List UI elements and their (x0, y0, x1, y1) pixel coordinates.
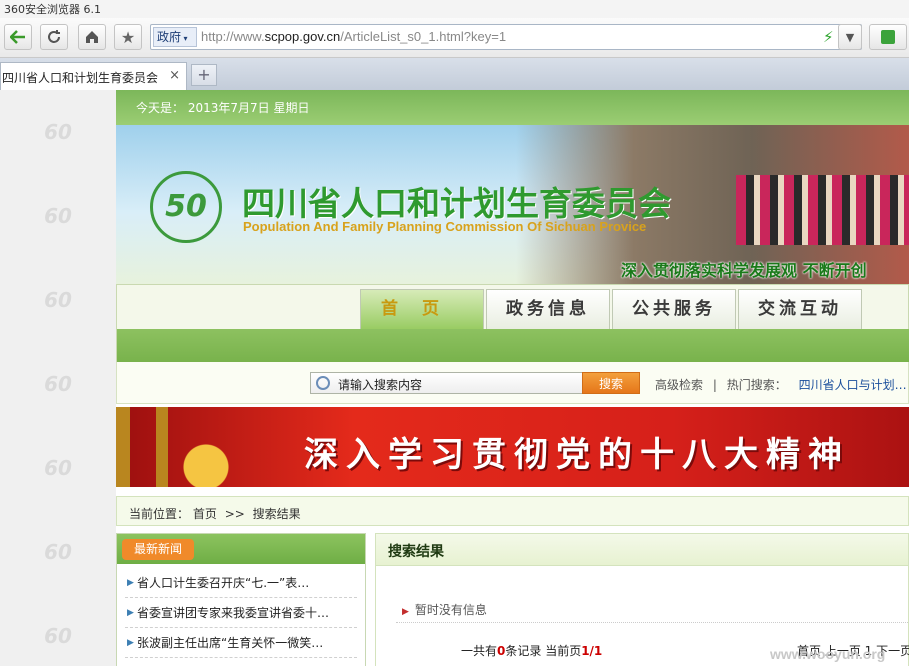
url-domain: scpop.gov.cn (264, 29, 341, 44)
search-engine-icon (881, 30, 895, 44)
party-banner-text: 深入学习贯彻党的十八大精神 (304, 435, 850, 475)
dropdown-arrow-icon: ▾ (181, 34, 188, 43)
news-header: 最新新闻 (117, 534, 365, 564)
pager-info: 一共有0条记录 当前页1/1 (461, 642, 602, 659)
search-links: 高级检索 | 热门搜索： 四川省人口与计划… (655, 376, 907, 393)
breadcrumb-home[interactable]: 首页 (193, 507, 217, 521)
nav-green-bar (117, 329, 909, 363)
latest-news-panel: 最新新闻 ▶ 省人口计生委召开庆“七.一”表… ▶ 省委宣讲团专家来我委宣讲省委十…… (116, 533, 366, 666)
search-button[interactable]: 搜索 (582, 372, 640, 394)
nav-interaction[interactable]: 交流互动 (738, 289, 862, 329)
results-title: 搜索结果 (376, 534, 908, 566)
current-page: 1/1 (581, 644, 603, 658)
search-input[interactable]: 请输入搜索内容 (310, 372, 583, 394)
search-engine-button[interactable] (869, 24, 907, 50)
address-dropdown-button[interactable]: ▼ (838, 24, 862, 50)
arrow-icon: ▶ (127, 638, 134, 648)
date-bar: 今天是： 2013年7月7日 星期日 (116, 90, 909, 125)
nav-gov-info[interactable]: 政务信息 (486, 289, 610, 329)
search-row: 请输入搜索内容 搜索 高级检索 | 热门搜索： 四川省人口与计划… (116, 362, 909, 404)
news-link[interactable]: 张波副主任出席“生育关怀一微笑… (137, 636, 323, 650)
news-link[interactable]: 省人口计生委召开庆“七.一”表… (137, 576, 309, 590)
crowd-image (736, 175, 909, 245)
url-text[interactable]: http://www.scpop.gov.cn/ArticleList_s0_1… (201, 29, 506, 44)
logo-360-icon: 60 (44, 540, 72, 564)
window-title: 360安全浏览器 6.1 (0, 0, 909, 18)
nav-home[interactable]: 首页 (360, 289, 484, 329)
arrow-icon: ▶ (127, 608, 134, 618)
news-link[interactable]: 省委宣讲团专家来我委宣讲省委十… (137, 606, 329, 620)
tiananmen-graphic (116, 407, 266, 487)
logo-360-icon: 60 (44, 288, 72, 312)
url-prefix: http://www. (201, 29, 265, 44)
favorites-button[interactable]: ★ (114, 24, 142, 50)
empty-text: 暂时没有信息 (414, 603, 487, 617)
url-path: /ArticleList_s0_1.html?key=1 (340, 29, 507, 44)
star-icon: ★ (120, 27, 136, 47)
scope-label: 政府 (157, 30, 182, 44)
party-banner: 深入学习贯彻党的十八大精神 (116, 407, 909, 487)
back-arrow-icon (10, 30, 25, 44)
triangle-icon: ▶ (402, 607, 409, 617)
hot-search-label: 热门搜索： (726, 378, 787, 392)
date-label: 今天是： (136, 101, 185, 115)
logo-360-icon: 60 (44, 372, 72, 396)
nav-public-service[interactable]: 公共服务 (612, 289, 736, 329)
logo-360-icon: 60 (44, 456, 72, 480)
breadcrumb-label: 当前位置： (129, 507, 190, 521)
tab-strip: 四川省人口和计划生育委员会 × + (0, 58, 909, 90)
org-name-en: Population And Family Planning Commissio… (243, 219, 647, 234)
hot-search-link[interactable]: 四川省人口与计划… (799, 378, 907, 392)
lightning-icon[interactable]: ⚡ (823, 28, 834, 46)
list-item[interactable]: ▶ 省人口计生委召开庆“七.一”表… (125, 568, 357, 598)
search-icon (316, 376, 330, 390)
home-icon (86, 31, 98, 43)
commission-logo: 50 (150, 171, 222, 243)
list-item[interactable]: ▶ 张波副主任出席“生育关怀一微笑… (125, 628, 357, 658)
logo-360-icon: 60 (44, 204, 72, 228)
logo-360-icon: 60 (44, 120, 72, 144)
empty-message: ▶ 暂时没有信息 (402, 601, 487, 618)
list-item[interactable]: ▶ 省委宣讲团专家来我委宣讲省委十… (125, 598, 357, 628)
refresh-icon (48, 30, 60, 43)
close-icon[interactable]: × (169, 68, 180, 83)
news-list: ▶ 省人口计生委召开庆“七.一”表… ▶ 省委宣讲团专家来我委宣讲省委十… ▶ 张波副… (117, 564, 365, 658)
org-name-cn: 四川省人口和计划生育委员会 (242, 184, 671, 223)
tab-scpop[interactable]: 四川省人口和计划生育委员会 × (0, 62, 187, 90)
refresh-button[interactable] (40, 24, 68, 50)
back-button[interactable] (4, 24, 32, 50)
new-tab-button[interactable]: + (191, 64, 217, 86)
advanced-search-link[interactable]: 高级检索 (655, 378, 703, 392)
breadcrumb: 当前位置： 首页 >> 搜索结果 (116, 496, 909, 526)
main-nav: 首页 政务信息 公共服务 交流互动 (116, 284, 909, 363)
banner-slogan: 深入贯彻落实科学发展观 不断开创 (621, 261, 867, 280)
separator: | (712, 378, 717, 392)
home-button[interactable] (78, 24, 106, 50)
scope-dropdown[interactable]: 政府 ▾ (153, 27, 197, 47)
pager-prefix: 一共有 (461, 644, 498, 658)
web-page: 今天是： 2013年7月7日 星期日 50 四川省人口和计划生育委员会 Popu… (116, 90, 909, 666)
tab-label: 四川省人口和计划生育委员会 (2, 71, 159, 85)
divider (396, 622, 909, 623)
pager-mid: 条记录 当前页 (505, 644, 582, 658)
arrow-icon: ▶ (127, 578, 134, 588)
weekday: 星期日 (273, 101, 310, 115)
header-banner: 50 四川省人口和计划生育委员会 Population And Family P… (116, 125, 909, 284)
date-value: 2013年7月7日 (187, 101, 270, 115)
watermark: www.wooyun.org (770, 646, 886, 662)
news-title: 最新新闻 (122, 539, 194, 560)
address-bar[interactable]: 政府 ▾ http://www.scpop.gov.cn/ArticleList… (150, 24, 862, 50)
breadcrumb-separator: >> (224, 507, 245, 521)
breadcrumb-current: 搜索结果 (252, 507, 301, 521)
browser-toolbar: ★ 政府 ▾ http://www.scpop.gov.cn/ArticleLi… (0, 18, 909, 58)
logo-360-icon: 60 (44, 624, 72, 648)
browser-sidebar: 60 60 60 60 60 60 60 (0, 90, 116, 666)
search-placeholder: 请输入搜索内容 (338, 378, 423, 392)
chevron-down-icon: ▼ (845, 30, 855, 44)
